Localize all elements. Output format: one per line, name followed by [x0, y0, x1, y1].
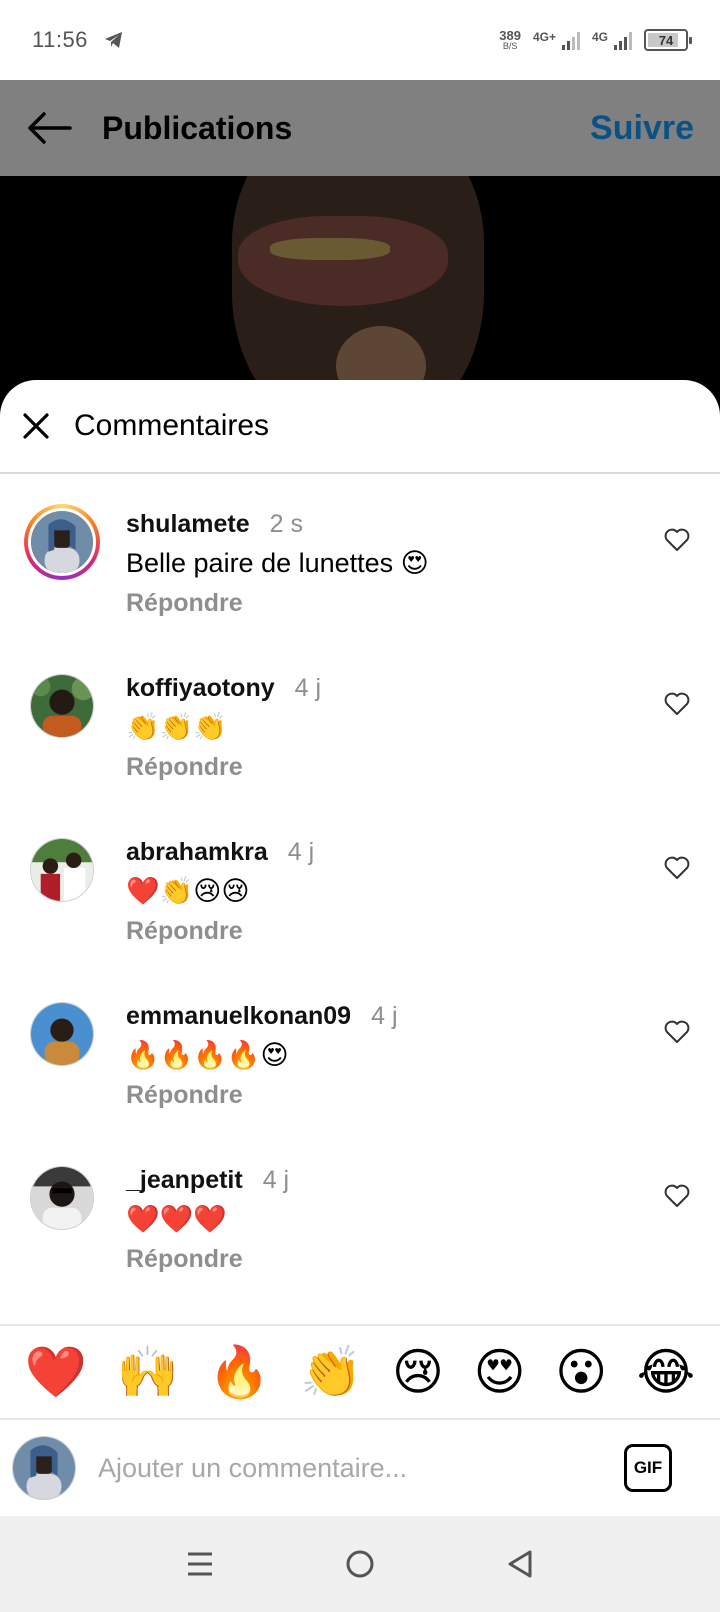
- comment-time: 4 j: [371, 1002, 398, 1030]
- battery-icon: 74: [644, 29, 692, 51]
- avatar[interactable]: [24, 668, 100, 744]
- heart-outline-icon[interactable]: [664, 1184, 690, 1208]
- comment-input[interactable]: [98, 1443, 578, 1493]
- comment-item: _jeanpetit 4 j ❤️❤️❤️ Répondre: [0, 1156, 720, 1306]
- heart-outline-icon[interactable]: [664, 528, 690, 552]
- back-arrow-icon[interactable]: [26, 110, 72, 146]
- avatar[interactable]: [24, 996, 100, 1072]
- reaction-fire[interactable]: 🔥: [208, 1347, 270, 1397]
- reply-button[interactable]: Répondre: [126, 917, 243, 946]
- reaction-surprised[interactable]: 😮: [555, 1347, 607, 1397]
- comments-title: Commentaires: [74, 409, 270, 442]
- comment-item: abrahamkra 4 j ❤️👏😢😢 Répondre: [0, 828, 720, 978]
- reply-button[interactable]: Répondre: [126, 1081, 243, 1110]
- user-avatar-image: [28, 508, 96, 576]
- comment-item: emmanuelkonan09 4 j 🔥🔥🔥🔥😍 Répondre: [0, 992, 720, 1142]
- comment-username[interactable]: abrahamkra: [126, 838, 268, 867]
- recent-apps-button[interactable]: [178, 1542, 222, 1586]
- gif-button[interactable]: GIF: [624, 1444, 672, 1492]
- heart-outline-icon[interactable]: [664, 856, 690, 880]
- heart-outline-icon[interactable]: [664, 692, 690, 716]
- my-avatar: [12, 1436, 76, 1500]
- reply-button[interactable]: Répondre: [126, 1245, 243, 1274]
- avatar[interactable]: [24, 832, 100, 908]
- reaction-clap[interactable]: 👏: [300, 1347, 362, 1397]
- page-title: Publications: [102, 109, 293, 146]
- follow-button[interactable]: Suivre: [590, 109, 694, 148]
- comment-text: 👏👏👏: [126, 712, 227, 742]
- comments-sheet-header: Commentaires: [0, 380, 720, 474]
- back-triangle-icon: [508, 1550, 532, 1578]
- avatar[interactable]: [24, 504, 100, 580]
- comment-composer: GIF: [0, 1420, 720, 1516]
- comment-time: 4 j: [294, 674, 322, 702]
- comment-text: 🔥🔥🔥🔥😍: [126, 1040, 289, 1070]
- back-button[interactable]: [498, 1542, 542, 1586]
- reply-button[interactable]: Répondre: [126, 753, 243, 782]
- status-time: 11:56: [32, 27, 88, 52]
- comment-text: Belle paire de lunettes 😍: [126, 548, 429, 578]
- user-avatar-image: [30, 1166, 94, 1230]
- comment-time: 2 s: [269, 510, 304, 538]
- home-button[interactable]: [338, 1542, 382, 1586]
- comment-time: 4 j: [262, 1166, 290, 1194]
- system-nav-bar: [0, 1516, 720, 1612]
- close-icon[interactable]: [22, 412, 50, 440]
- reaction-raising-hands[interactable]: 🙌: [117, 1347, 179, 1397]
- reaction-crying[interactable]: 😢: [392, 1347, 444, 1397]
- status-bar: 11:56 389 B/S 4G+ 4G 74: [0, 0, 720, 80]
- user-avatar-image: [30, 674, 94, 738]
- network-speed: 389 B/S: [499, 29, 521, 51]
- comment-username[interactable]: _jeanpetit: [126, 1166, 243, 1195]
- user-avatar-image: [30, 838, 94, 902]
- network-speed-unit: B/S: [502, 41, 518, 51]
- comment-time: 4 j: [287, 838, 315, 866]
- reaction-heart[interactable]: ❤️: [25, 1347, 87, 1397]
- signal-label: 4G+: [532, 30, 556, 44]
- user-avatar-image: [30, 1002, 94, 1066]
- telegram-icon: [104, 32, 122, 48]
- quick-reactions-bar: ❤️ 🙌 🔥 👏 😢 😍 😮 😂: [0, 1324, 720, 1420]
- avatar[interactable]: [24, 1160, 100, 1236]
- reaction-heart-eyes[interactable]: 😍: [474, 1347, 526, 1397]
- comment-username[interactable]: emmanuelkonan09: [126, 1002, 351, 1031]
- app-header: Publications Suivre: [0, 80, 720, 176]
- home-circle-icon: [346, 1550, 374, 1578]
- battery-level: 74: [658, 32, 674, 48]
- comment-item: shulamete 2 s Belle paire de lunettes 😍 …: [0, 500, 720, 650]
- comment-username[interactable]: shulamete: [126, 510, 250, 539]
- comment-text: ❤️❤️❤️: [126, 1204, 227, 1234]
- comment-username[interactable]: koffiyaotony: [126, 674, 275, 703]
- comment-text: ❤️👏😢😢: [126, 876, 250, 906]
- comment-item: koffiyaotony 4 j 👏👏👏 Répondre: [0, 664, 720, 814]
- heart-outline-icon[interactable]: [664, 1020, 690, 1044]
- signal-icon: 4G+: [533, 30, 580, 50]
- reply-button[interactable]: Répondre: [126, 589, 243, 618]
- menu-lines-icon: [188, 1552, 212, 1576]
- signal-icon: 4G: [592, 30, 632, 50]
- reaction-laughing[interactable]: 😂: [637, 1347, 695, 1397]
- signal-label: 4G: [591, 30, 608, 44]
